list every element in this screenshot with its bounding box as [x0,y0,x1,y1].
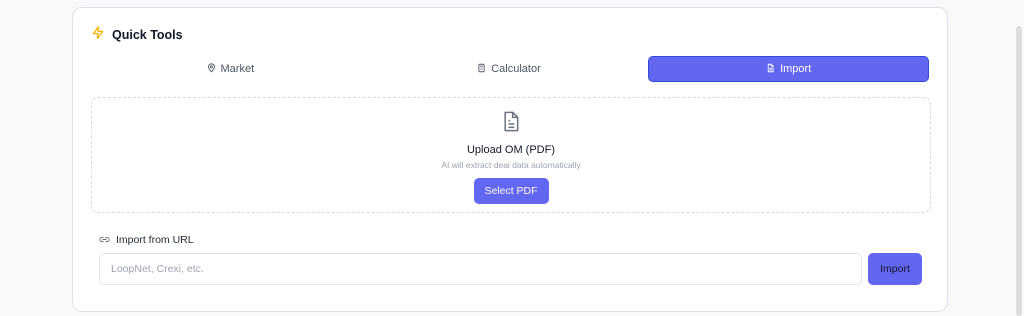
map-pin-icon [207,63,216,76]
tab-market-label: Market [220,63,255,75]
url-input[interactable] [99,253,862,285]
calculator-icon [477,63,486,76]
tab-calculator-label: Calculator [491,63,541,75]
import-url-button[interactable]: Import [868,253,922,285]
card-header: Quick Tools [91,26,183,44]
file-icon [766,63,775,76]
tab-calculator[interactable]: Calculator [370,56,649,82]
upload-title: Upload OM (PDF) [466,144,556,156]
lightning-bolt-icon [91,25,105,45]
quick-tools-card: Quick Tools Market Calculator Import Upl… [72,7,948,312]
tool-tabs: Market Calculator Import [91,56,930,82]
card-title: Quick Tools [112,28,183,42]
tab-market[interactable]: Market [91,56,370,82]
document-icon [501,110,521,138]
tab-import-label: Import [780,63,812,75]
link-icon [99,231,110,249]
upload-subtitle: AI will extract deal data automatically [441,160,581,170]
tab-import[interactable]: Import [648,56,930,82]
scrollbar-thumb[interactable] [1016,26,1022,316]
select-pdf-button[interactable]: Select PDF [473,178,549,204]
url-import-label: Import from URL [116,234,194,246]
url-import-label-row: Import from URL [99,233,194,247]
pdf-drop-zone[interactable]: Upload OM (PDF) AI will extract deal dat… [91,97,931,213]
scrollbar-track[interactable] [1014,0,1024,316]
